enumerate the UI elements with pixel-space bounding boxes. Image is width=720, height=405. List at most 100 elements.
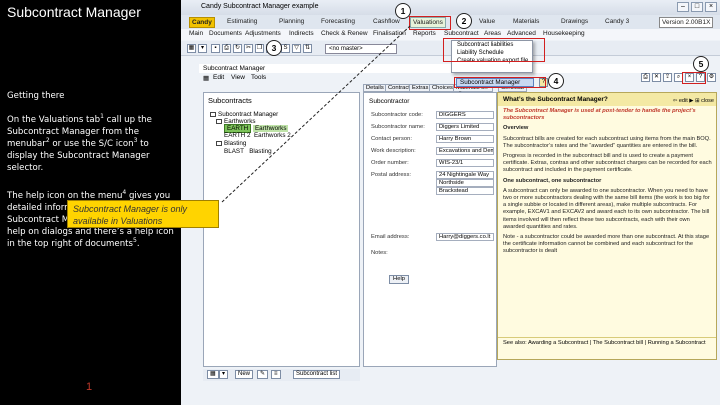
dropdown-arrow-icon[interactable]: ▾ — [198, 44, 207, 53]
subcontract-tree: Subcontracts Subcontract Manager Earthwo… — [203, 92, 360, 367]
grid-icon[interactable]: ▦ — [187, 44, 196, 53]
help-text: A subcontract can only be awarded to one… — [503, 187, 710, 230]
manager-item-highlight — [454, 77, 546, 88]
help-heading-overview: Overview — [503, 125, 529, 132]
help-text: Subcontract bills are created for each s… — [503, 135, 711, 149]
menu-main[interactable]: Main — [189, 30, 203, 37]
menu-adjustments[interactable]: Adjustments — [245, 30, 281, 37]
tab-candy[interactable]: Candy — [189, 17, 215, 28]
field-label: Notes: — [371, 250, 388, 256]
help-text: Progress is recorded in the subcontract … — [503, 153, 712, 174]
tab-details[interactable]: Details — [363, 84, 387, 92]
tree-node[interactable]: EARTH 2 Earthworks 2 — [224, 132, 291, 139]
print-doc-icon[interactable]: ⎙ — [641, 73, 650, 82]
tree-node[interactable]: Blasting — [216, 140, 246, 147]
field-label: Work description: — [371, 148, 416, 154]
help-nav[interactable]: ⇦ edit ▶ ⊞ close — [673, 95, 714, 108]
email-field[interactable]: Harry@diggers.co.lt — [436, 233, 494, 241]
manager-titlebar: Subcontract Manager — [199, 64, 701, 73]
subcontract-icon[interactable]: S — [281, 44, 290, 53]
list-small-icon[interactable]: ≡ — [271, 370, 281, 379]
valuations-highlight — [409, 16, 451, 30]
menu-documents[interactable]: Documents — [209, 30, 242, 37]
export-icon[interactable]: ⇪ — [663, 73, 672, 82]
field-label: Order number: — [371, 160, 409, 166]
tree-node-selected[interactable]: EARTH Earthworks — [224, 124, 289, 133]
subcontractor-name-input[interactable]: Diggers Limited — [436, 123, 494, 131]
help-body: The Subcontract Manager is used at post-… — [503, 108, 713, 259]
help-footer: See also: Awarding a Subcontract | The S… — [498, 337, 716, 359]
marker-2: 2 — [456, 13, 472, 29]
work-description-input[interactable]: Excavations and Demoli — [436, 147, 494, 155]
menu-indirects[interactable]: Indirects — [289, 30, 314, 37]
filter-icon[interactable]: ▽ — [292, 44, 301, 53]
tree-nav-icon[interactable]: ▦ — [207, 370, 219, 379]
dropdown-highlight — [443, 38, 545, 62]
subcontractor-code-input[interactable]: DIGGERS — [436, 111, 494, 119]
manager-menu-edit[interactable]: Edit — [213, 74, 224, 81]
help-heading-one: One subcontract, one subcontractor — [503, 177, 602, 184]
manager-menu-view[interactable]: View — [231, 74, 245, 81]
menu-check-renew[interactable]: Check & Renew — [321, 30, 368, 37]
sort-icon[interactable]: ⇅ — [303, 44, 312, 53]
field-label: Postal address: — [371, 172, 411, 178]
window-title: Candy Subcontract Manager example — [201, 3, 319, 10]
tab-drawings[interactable]: Drawings — [559, 17, 590, 28]
tree-node[interactable]: Subcontract Manager — [210, 111, 278, 118]
new-button[interactable]: New — [235, 370, 254, 379]
refresh-icon[interactable]: ↻ — [233, 44, 242, 53]
see-also-links[interactable]: See also: Awarding a Subcontract | The S… — [503, 340, 706, 346]
marker-4: 4 — [548, 73, 564, 89]
save-icon[interactable]: ▪ — [211, 44, 220, 53]
edit-small-icon[interactable]: ✎ — [257, 370, 269, 379]
form-heading: Subcontractor — [369, 98, 410, 105]
delete-icon[interactable]: ✕ — [652, 73, 661, 82]
cut-icon[interactable]: ✂ — [244, 44, 253, 53]
field-label: Subcontractor code: — [371, 112, 423, 118]
menu-advanced[interactable]: Advanced — [507, 30, 536, 37]
contact-person-input[interactable]: Harry Brown — [436, 135, 494, 143]
intro-heading: Getting there — [7, 91, 65, 101]
version-badge: Version 2.00B1X — [659, 17, 714, 28]
close-button[interactable]: × — [705, 2, 717, 12]
menu-housekeeping[interactable]: Housekeeping — [543, 30, 585, 37]
help-button[interactable]: Help — [389, 275, 409, 284]
minimize-button[interactable]: – — [677, 2, 689, 12]
tab-cashflow[interactable]: Cashflow — [371, 17, 402, 28]
menu-subcontract[interactable]: Subcontract — [444, 30, 479, 37]
tree-node[interactable]: BLAST Blasting — [224, 148, 272, 155]
manager-grid-icon[interactable]: ▦ — [203, 74, 209, 82]
subcontract-list-button[interactable]: Subcontract list — [293, 370, 341, 379]
postal-address-line3[interactable]: Brackstead — [436, 187, 494, 195]
tab-planning[interactable]: Planning — [277, 17, 306, 28]
marker-5: 5 — [693, 56, 709, 72]
menu-reports[interactable]: Reports — [413, 30, 436, 37]
copy-icon[interactable]: ❐ — [255, 44, 264, 53]
field-label: Email address: — [371, 234, 410, 240]
tree-title: Subcontracts — [208, 96, 252, 105]
tab-estimating[interactable]: Estimating — [225, 17, 259, 28]
menu-areas[interactable]: Areas — [484, 30, 501, 37]
tree-add-icon[interactable]: ▾ — [219, 370, 229, 379]
postal-address-line2[interactable]: Northside — [436, 179, 494, 187]
availability-callout: Subcontract Manager is only available in… — [67, 200, 219, 228]
tab-value[interactable]: Value — [477, 17, 497, 28]
manager-menu-tools[interactable]: Tools — [251, 74, 266, 81]
postal-address-line1[interactable]: 24 Nightingale Way — [436, 171, 494, 179]
tab-choices[interactable]: Choices — [429, 84, 456, 92]
slide-number: 1 — [86, 381, 93, 393]
print-icon[interactable]: ⎙ — [222, 44, 231, 53]
tab-forecasting[interactable]: Forecasting — [319, 17, 357, 28]
help-title: What’s the Subcontract Manager? ⇦ edit ▶ … — [498, 93, 716, 108]
options-icon[interactable]: ⚙ — [707, 73, 716, 82]
window-titlebar: Candy Subcontract Manager example – □ × — [181, 0, 720, 15]
help-text: Note - a subcontractor could be awarded … — [503, 234, 710, 255]
document-icons: ⎙ ✕ ⇪ ⌕ × ? ⚙ — [641, 73, 720, 83]
menu-finalisation[interactable]: Finalisation — [373, 30, 406, 37]
order-number-input[interactable]: WIS-23/1 — [436, 159, 494, 167]
tab-materials[interactable]: Materials — [511, 17, 541, 28]
slide-title: Subcontract Manager — [7, 4, 141, 20]
master-combo[interactable]: <no master> — [325, 44, 397, 54]
maximize-button[interactable]: □ — [691, 2, 703, 12]
tab-candy3[interactable]: Candy 3 — [603, 17, 631, 28]
